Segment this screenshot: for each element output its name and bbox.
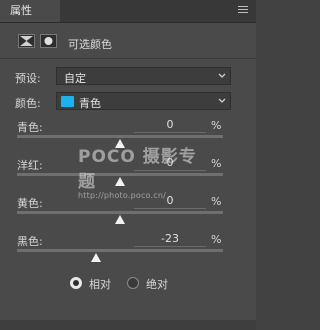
colors-select[interactable]: 青色 xyxy=(56,92,231,110)
yellow-value-input[interactable]: 0 xyxy=(134,194,206,209)
yellow-slider-track[interactable] xyxy=(17,211,223,214)
black-value-input[interactable]: -23 xyxy=(134,232,206,247)
cyan-value-input[interactable]: 0 xyxy=(134,118,206,133)
tab-properties[interactable]: 属性 xyxy=(0,0,60,22)
preset-label: 预设: xyxy=(15,72,41,85)
panel-footer xyxy=(0,320,256,330)
radio-relative-icon[interactable] xyxy=(70,277,82,289)
black-slider-thumb-icon[interactable] xyxy=(91,253,102,262)
panel-titlebar: 属性 xyxy=(0,0,256,23)
cyan-label: 青色: xyxy=(17,121,43,134)
relative-label[interactable]: 相对 xyxy=(89,276,111,292)
cyan-slider-thumb-icon[interactable] xyxy=(115,139,125,148)
magenta-percent-unit: % xyxy=(211,157,222,170)
divider xyxy=(0,58,256,59)
chevron-down-icon xyxy=(218,98,226,103)
adjustment-header: 可选颜色 xyxy=(0,28,256,56)
magenta-slider-thumb-icon[interactable] xyxy=(115,177,125,186)
black-percent-unit: % xyxy=(211,233,222,246)
adjustment-icon[interactable] xyxy=(18,34,35,48)
adjustment-title: 可选颜色 xyxy=(68,38,112,51)
method-radio-group: 相对 绝对 xyxy=(0,276,256,292)
magenta-value-input[interactable]: 0 xyxy=(134,156,206,171)
panel-menu-icon[interactable] xyxy=(238,6,248,16)
radio-absolute-icon[interactable] xyxy=(127,277,139,289)
cyan-percent-unit: % xyxy=(211,119,222,132)
yellow-slider-thumb-icon[interactable] xyxy=(115,215,125,224)
color-swatch xyxy=(61,96,74,107)
chevron-down-icon xyxy=(218,73,226,78)
yellow-percent-unit: % xyxy=(211,195,222,208)
black-label: 黑色: xyxy=(17,235,43,248)
watermark: POCO 摄影专题 http://photo.poco.cn/ xyxy=(78,142,208,200)
magenta-label: 洋红: xyxy=(17,159,43,172)
absolute-label[interactable]: 绝对 xyxy=(146,276,168,292)
colors-label: 颜色: xyxy=(15,97,41,110)
preset-value: 自定 xyxy=(64,72,86,85)
black-slider-track[interactable] xyxy=(17,249,223,252)
cyan-slider-track[interactable] xyxy=(17,135,223,138)
preset-select[interactable]: 自定 xyxy=(56,67,231,85)
mask-icon[interactable] xyxy=(40,34,57,48)
colors-value: 青色 xyxy=(79,97,101,110)
yellow-label: 黄色: xyxy=(17,197,43,210)
properties-panel: 属性 可选颜色 预设: 自定 颜色: 青色 青色: 0 % 洋红: 0 % 黄色… xyxy=(0,0,256,330)
magenta-slider-track[interactable] xyxy=(17,173,223,176)
